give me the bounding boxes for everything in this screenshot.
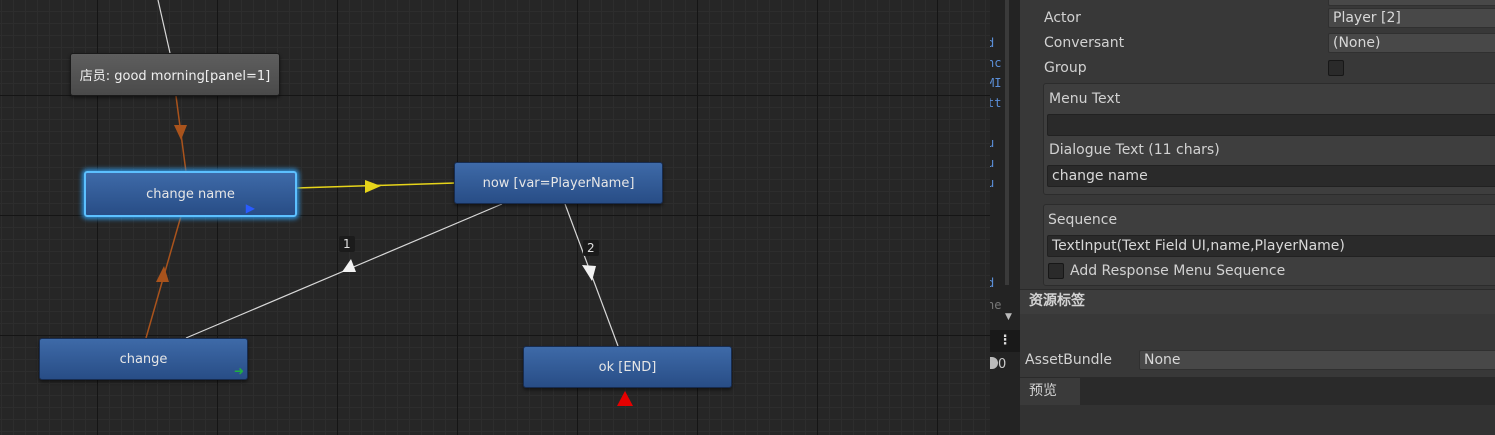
actor-dropdown[interactable]: Player [2] bbox=[1328, 8, 1495, 28]
dialogue-graph-canvas[interactable]: 1 2 店员: good morning[panel=1] change nam… bbox=[0, 0, 990, 435]
add-response-menu-sequence-label: Add Response Menu Sequence bbox=[1070, 263, 1286, 279]
clipped-text: MI bbox=[990, 76, 1002, 90]
group-label: Group bbox=[1044, 60, 1087, 76]
circle-icon bbox=[990, 357, 998, 369]
menu-text-label: Menu Text bbox=[1049, 91, 1121, 107]
counter-text: 0 bbox=[990, 357, 1006, 372]
end-marker-icon bbox=[617, 391, 633, 406]
link-incoming-greeting bbox=[157, 0, 171, 54]
blue-triangle-icon: ▶ bbox=[245, 201, 255, 215]
link-arrow-change-change-name bbox=[156, 266, 169, 282]
scroll-down-arrow-icon[interactable]: ▼ bbox=[1005, 312, 1012, 322]
add-response-menu-sequence-checkbox[interactable] bbox=[1048, 263, 1064, 279]
vertical-dots-icon[interactable]: ⋮ bbox=[990, 330, 1020, 352]
clipped-text: u bbox=[990, 156, 995, 170]
dialogue-text-label: Dialogue Text (11 chars) bbox=[1049, 142, 1220, 158]
asset-bundle-dropdown[interactable]: None bbox=[1139, 350, 1495, 370]
asset-bundle-label: AssetBundle bbox=[1025, 352, 1113, 368]
clipped-text: tt bbox=[990, 96, 1002, 110]
asset-labels-title: 资源标签 bbox=[1029, 293, 1085, 309]
scrollbar[interactable] bbox=[1005, 0, 1009, 285]
preview-area bbox=[1020, 405, 1495, 435]
node-label: 店员: good morning[panel=1] bbox=[79, 69, 271, 84]
preview-title: 预览 bbox=[1029, 383, 1057, 399]
counter-value: 0 bbox=[998, 357, 1007, 372]
link-arrow-greeting-change-name bbox=[174, 125, 187, 140]
edge-label-2: 2 bbox=[583, 240, 599, 256]
dialogue-text-input[interactable]: change name bbox=[1047, 165, 1495, 187]
node-label: change bbox=[119, 351, 168, 367]
clipped-top-field[interactable] bbox=[1328, 0, 1495, 6]
clipped-text: u bbox=[990, 136, 995, 150]
clipped-text: d bbox=[990, 276, 995, 290]
sequence-input[interactable]: TextInput(Text Field UI,name,PlayerName) bbox=[1047, 235, 1495, 257]
clipped-text: ne bbox=[990, 298, 1002, 312]
link-arrow-change-name-now bbox=[365, 180, 381, 193]
group-checkbox[interactable] bbox=[1328, 60, 1344, 76]
node-label: change name bbox=[146, 186, 235, 202]
green-arrow-icon: ➜ bbox=[233, 364, 244, 378]
conversant-label: Conversant bbox=[1044, 35, 1125, 51]
actor-label: Actor bbox=[1044, 10, 1081, 26]
link-arrow-now-ok bbox=[582, 265, 596, 281]
preview-toolbar bbox=[1080, 378, 1495, 405]
preview-header[interactable]: 预览 bbox=[1020, 377, 1495, 406]
asset-labels-header[interactable]: 资源标签 bbox=[1020, 289, 1495, 315]
clipped-text: u bbox=[990, 176, 995, 190]
clipped-text: d bbox=[990, 36, 995, 50]
dialogue-node-now[interactable]: now [var=PlayerName] bbox=[454, 162, 663, 204]
menu-text-input[interactable] bbox=[1047, 114, 1495, 136]
conversant-dropdown[interactable]: (None) bbox=[1328, 33, 1495, 53]
node-label: now [var=PlayerName] bbox=[482, 175, 635, 191]
clipped-text: nc bbox=[990, 56, 1002, 70]
asset-labels-body bbox=[1020, 314, 1495, 348]
dialogue-node-change-name[interactable]: change name ▶ bbox=[84, 171, 297, 217]
dialogue-node-greeting[interactable]: 店员: good morning[panel=1] bbox=[70, 53, 280, 96]
edge-label-1: 1 bbox=[339, 236, 355, 252]
sequence-label: Sequence bbox=[1048, 212, 1118, 228]
node-label: ok [END] bbox=[598, 359, 657, 375]
inspector-scroll-strip: d nc MI tt u u u d ne ▼ ⋮ 0 bbox=[990, 0, 1020, 435]
dialogue-node-change[interactable]: change ➜ bbox=[39, 338, 248, 380]
inspector-panel: Actor Player [2] Conversant (None) Group… bbox=[1020, 0, 1495, 435]
link-arrow-change-now bbox=[342, 259, 356, 272]
dialogue-node-ok-end[interactable]: ok [END] bbox=[523, 346, 732, 388]
